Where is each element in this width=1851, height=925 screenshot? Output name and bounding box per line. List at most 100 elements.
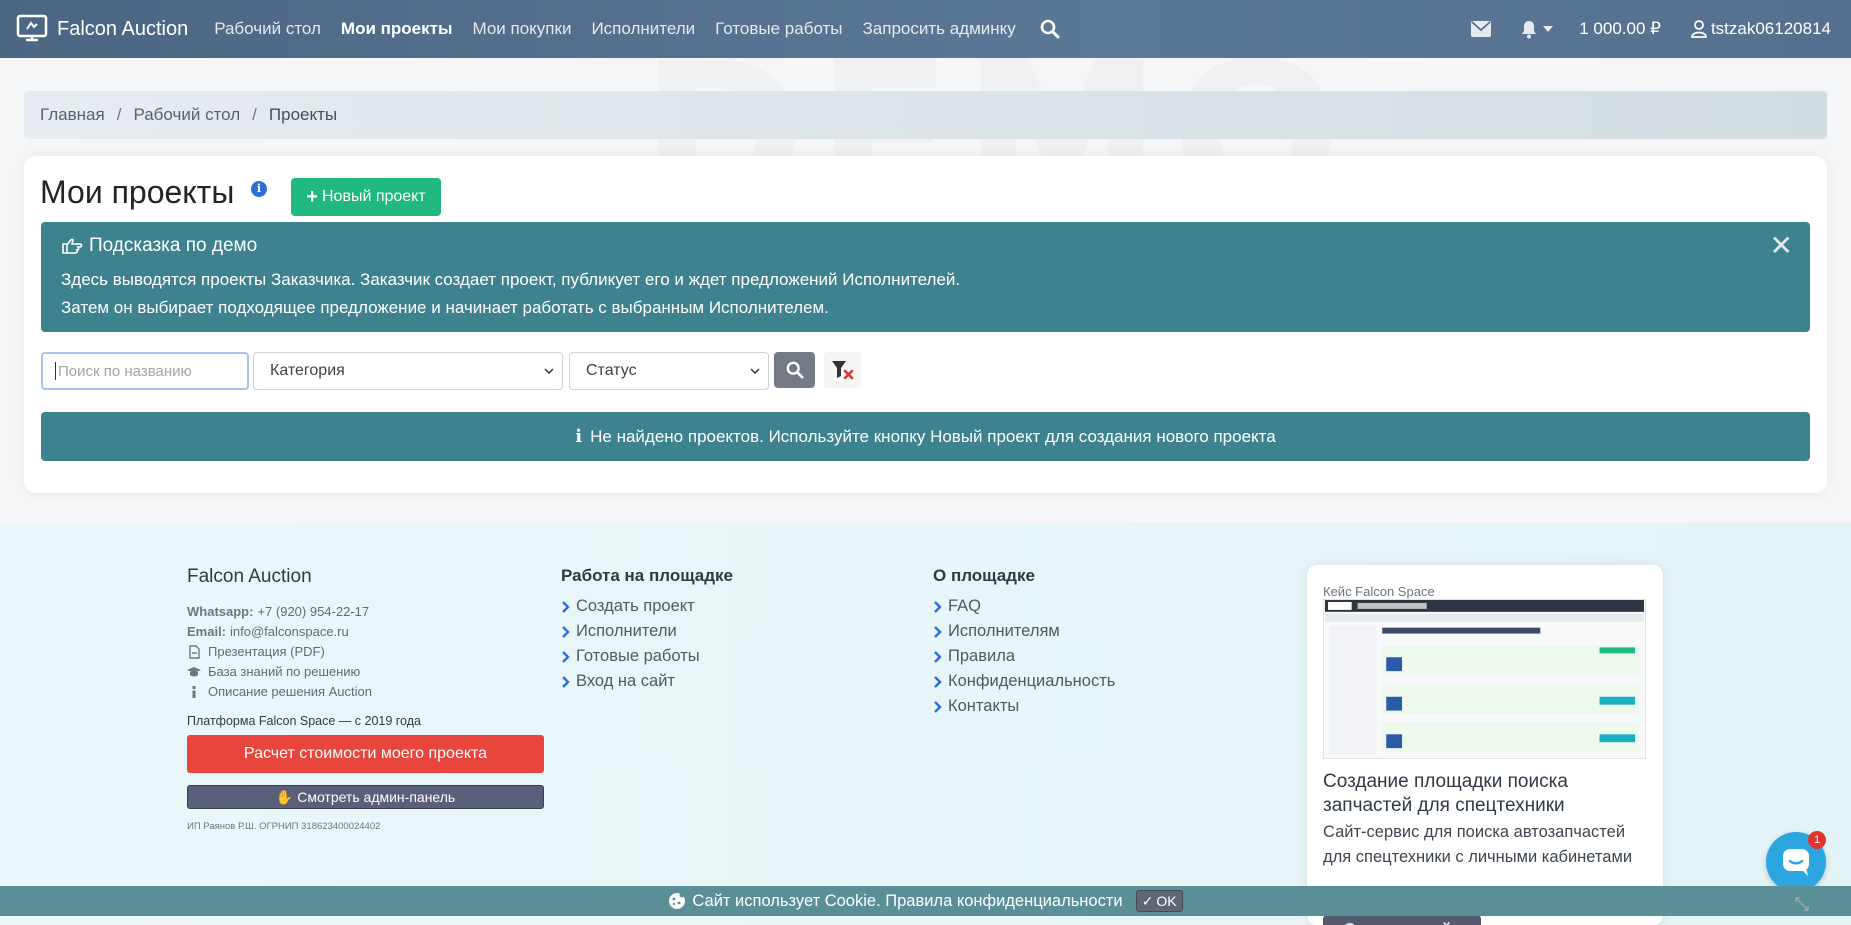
- clear-filters-button[interactable]: [824, 352, 861, 388]
- case-label: Кейс Falcon Space: [1323, 584, 1435, 599]
- footer: Falcon Auction Whatsapp: +7 (920) 954-22…: [0, 523, 1851, 925]
- new-project-button[interactable]: + Новый проект: [291, 178, 441, 216]
- hand-pointing-icon: [62, 238, 83, 254]
- view-admin-panel-label: Смотреть админ-панель: [297, 789, 456, 805]
- nav-item-executors[interactable]: Исполнители: [591, 19, 695, 39]
- empty-state-message: i Не найдено проектов. Используйте кнопк…: [41, 412, 1810, 461]
- status-select[interactable]: Статус: [569, 352, 769, 390]
- cookie-banner: Сайт использует Cookie. Правила конфиден…: [0, 886, 1851, 916]
- search-button[interactable]: [774, 352, 815, 388]
- breadcrumb-separator: /: [116, 105, 122, 124]
- search-placeholder: Поиск по названию: [58, 362, 192, 380]
- check-icon: ✓: [1141, 892, 1154, 909]
- filter-clear-icon: [831, 361, 853, 380]
- legal-info: ИП Раянов Р.Ш. ОГРНИП 318623400024402: [187, 821, 381, 832]
- new-project-label: Новый проект: [321, 188, 426, 205]
- brand-link[interactable]: Falcon Auction: [16, 13, 188, 45]
- chat-icon: [1783, 849, 1809, 876]
- email-line: Email: info@falconspace.ru: [187, 622, 547, 642]
- footer-col-about-title: О площадке: [933, 566, 1035, 585]
- chevron-down-icon[interactable]: [1543, 25, 1554, 33]
- footer-link-label: Контакты: [948, 697, 1020, 715]
- footer-link-faq[interactable]: FAQ: [933, 594, 1115, 619]
- chevron-right-icon: [562, 625, 570, 638]
- monitor-logo-icon: [16, 14, 48, 42]
- view-case-button[interactable]: Смотреть кейс: [1323, 915, 1481, 925]
- chevron-right-icon: [934, 675, 942, 688]
- footer-link-executors[interactable]: Исполнители: [561, 619, 733, 644]
- knowledge-base-link[interactable]: База знаний по решению: [187, 662, 547, 682]
- pdf-file-icon: [189, 645, 200, 659]
- chat-unread-badge: 1: [1808, 831, 1826, 849]
- balance-display[interactable]: 1 000.00 ₽: [1579, 19, 1661, 39]
- email-label: Email:: [187, 624, 227, 639]
- footer-link-label: Конфиденциальность: [948, 672, 1116, 690]
- search-icon[interactable]: [1040, 19, 1060, 39]
- footer-link-for-executors[interactable]: Исполнителям: [933, 619, 1115, 644]
- graduation-cap-icon: [187, 667, 201, 677]
- chevron-right-icon: [562, 675, 570, 688]
- info-icon: i: [575, 426, 583, 447]
- chevron-down-icon: [750, 368, 760, 375]
- search-input[interactable]: Поиск по названию: [41, 352, 249, 390]
- breadcrumb-separator: /: [252, 105, 257, 124]
- footer-col-work: Работа на площадке Создать проект Исполн…: [561, 566, 733, 694]
- footer-link-privacy[interactable]: Конфиденциальность: [933, 669, 1115, 694]
- footer-col-work-title: Работа на площадке: [561, 566, 733, 585]
- knowledge-base-label: База знаний по решению: [208, 664, 361, 679]
- solution-description-link[interactable]: Описание решения Auction: [187, 682, 547, 702]
- chevron-right-icon: [562, 650, 570, 663]
- bell-icon[interactable]: [1519, 19, 1539, 39]
- close-icon[interactable]: ✕: [1770, 232, 1793, 260]
- view-admin-panel-button[interactable]: ✋ Смотреть админ-панель: [187, 785, 544, 809]
- chevron-right-icon: [934, 600, 942, 613]
- footer-link-create-project[interactable]: Создать проект: [561, 594, 733, 619]
- resize-handle-icon[interactable]: [1795, 897, 1809, 911]
- email-link[interactable]: info@falconspace.ru: [230, 622, 349, 642]
- footer-link-contacts[interactable]: Контакты: [933, 694, 1115, 719]
- platform-link[interactable]: Платформа Falcon Space: [187, 714, 335, 728]
- presentation-link[interactable]: Презентация (PDF): [187, 642, 547, 662]
- footer-link-label: Правила: [948, 647, 1015, 665]
- info-icon[interactable]: i: [251, 181, 267, 197]
- footer-link-label: FAQ: [948, 597, 982, 615]
- nav-item-my-projects[interactable]: Мои проекты: [341, 19, 453, 39]
- footer-link-label: Создать проект: [576, 597, 695, 615]
- nav-item-ready-works[interactable]: Готовые работы: [715, 19, 842, 39]
- whatsapp-label: Whatsapp:: [187, 604, 254, 619]
- solution-description-label: Описание решения Auction: [208, 684, 372, 699]
- alert-line-2: Затем он выбирает подходящее предложение…: [61, 298, 829, 317]
- hand-icon: ✋: [275, 788, 294, 805]
- cookie-ok-label: OK: [1156, 893, 1177, 909]
- demo-hint-alert: Подсказка по демо Здесь выводятся проект…: [41, 222, 1810, 332]
- footer-link-ready-works[interactable]: Готовые работы: [561, 644, 733, 669]
- category-select-value: Категория: [270, 362, 345, 379]
- breadcrumb-desktop[interactable]: Рабочий стол: [133, 105, 240, 125]
- footer-link-rules[interactable]: Правила: [933, 644, 1115, 669]
- footer-link-label: Вход на сайт: [576, 672, 675, 690]
- search-icon: [786, 361, 804, 379]
- user-icon: [1691, 20, 1707, 38]
- footer-link-login[interactable]: Вход на сайт: [561, 669, 733, 694]
- envelope-icon[interactable]: [1471, 21, 1492, 37]
- empty-state-text: Не найдено проектов. Используйте кнопку …: [590, 426, 1276, 446]
- footer-link-label: Исполнителям: [948, 622, 1060, 640]
- alert-line-1: Здесь выводятся проекты Заказчика. Заказ…: [61, 270, 961, 289]
- alert-title: Подсказка по демо: [89, 235, 258, 256]
- nav-item-request-admin[interactable]: Запросить админку: [863, 19, 1016, 39]
- category-select[interactable]: Категория: [253, 352, 563, 390]
- nav-item-my-purchases[interactable]: Мои покупки: [472, 19, 571, 39]
- chevron-down-icon: [544, 368, 554, 375]
- page-title: Мои проекты: [40, 174, 235, 210]
- calc-cost-button[interactable]: Расчет стоимости моего проекта: [187, 735, 544, 773]
- whatsapp-number[interactable]: +7 (920) 954-22-17: [257, 602, 369, 622]
- footer-link-label: Исполнители: [576, 622, 677, 640]
- platform-since: — с 2019 года: [335, 714, 421, 728]
- case-card[interactable]: Кейс Falcon Space Создание площадки поис…: [1307, 565, 1663, 925]
- user-menu[interactable]: tstzak06120814: [1711, 19, 1831, 39]
- chevron-right-icon: [934, 650, 942, 663]
- cookie-ok-button[interactable]: ✓ OK: [1135, 890, 1183, 912]
- breadcrumb-home[interactable]: Главная: [40, 105, 105, 125]
- nav-item-desktop[interactable]: Рабочий стол: [214, 19, 321, 39]
- cookie-text[interactable]: Сайт использует Cookie. Правила конфиден…: [692, 892, 1122, 911]
